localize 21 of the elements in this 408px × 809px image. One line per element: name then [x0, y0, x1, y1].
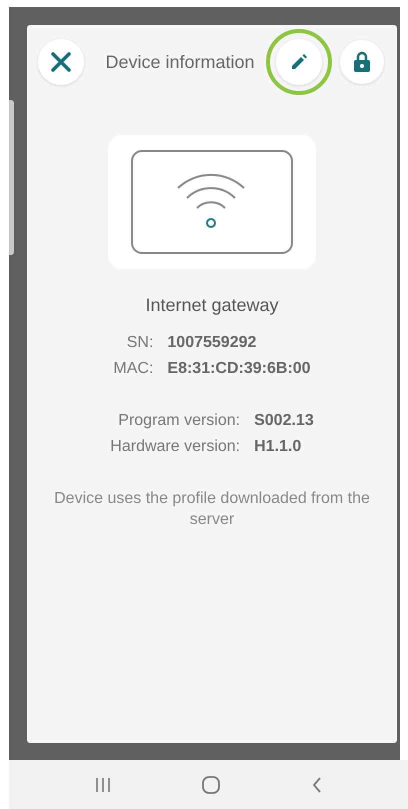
dialog-title: Device information [104, 50, 256, 74]
field-label: Program version: [117, 412, 240, 430]
field-value: H1.1.0 [254, 438, 302, 456]
close-icon [50, 51, 72, 73]
field-label: Hardware version: [110, 438, 240, 456]
field-label: MAC: [113, 360, 154, 378]
back-icon[interactable] [310, 776, 323, 794]
field-value: E8:31:CD:39:6B:00 [167, 360, 311, 378]
close-button[interactable] [38, 39, 84, 85]
field-value: S002.13 [254, 412, 314, 430]
lock-icon [353, 51, 371, 73]
field-label: SN: [126, 334, 154, 352]
pencil-icon [290, 53, 308, 71]
home-icon[interactable] [202, 776, 220, 794]
recents-icon[interactable] [94, 776, 112, 792]
lock-button[interactable] [340, 40, 384, 84]
profile-note: Device uses the profile downloaded from the server [53, 489, 371, 530]
edit-button[interactable] [276, 39, 322, 85]
field-value: 1007559292 [167, 334, 258, 352]
device-name: Internet gateway [145, 295, 279, 316]
side-handle[interactable] [9, 100, 14, 255]
